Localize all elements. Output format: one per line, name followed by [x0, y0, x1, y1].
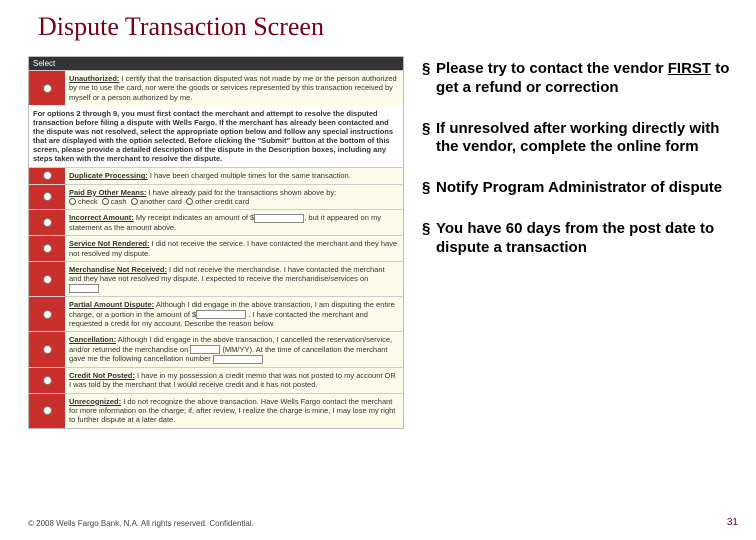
option-row-5: Service Not Rendered: I did not receive …	[29, 235, 403, 261]
radio-unauthorized	[43, 84, 52, 93]
option-desc: Partial Amount Dispute: Although I did e…	[65, 297, 403, 331]
bullet-list: Please try to contact the vendor FIRST t…	[422, 60, 738, 257]
option-desc: Unauthorized: I certify that the transac…	[65, 71, 403, 105]
option-row-4: Incorrect Amount: My receipt indicates a…	[29, 209, 403, 235]
cancel-date-input[interactable]	[190, 345, 220, 354]
date-input[interactable]	[69, 284, 99, 293]
screenshot-panel: Select Unauthorized: I certify that the …	[28, 56, 404, 429]
option-row-6: Merchandise Not Received: I did not rece…	[29, 261, 403, 296]
radio-unrecognized	[43, 406, 52, 415]
radio-incorrect-amount	[43, 218, 52, 227]
option-row-9: Credit Not Posted: I have in my possessi…	[29, 367, 403, 393]
radio-cell[interactable]	[29, 168, 65, 183]
radio-cell[interactable]	[29, 236, 65, 261]
option-desc: Duplicate Processing: I have been charge…	[65, 168, 403, 183]
radio-credit-not-posted	[43, 376, 52, 385]
bullet-panel: Please try to contact the vendor FIRST t…	[422, 56, 738, 429]
radio-cell[interactable]	[29, 297, 65, 331]
amount-input[interactable]	[254, 214, 304, 223]
radio-cell[interactable]	[29, 210, 65, 235]
option-desc: Cancellation: Although I did engage in t…	[65, 332, 403, 366]
option-desc: Paid By Other Means: I have already paid…	[65, 185, 403, 210]
radio-paid-other	[43, 192, 52, 201]
footer-copyright: © 2008 Wells Fargo Bank, N.A. All rights…	[28, 519, 254, 528]
page-title: Dispute Transaction Screen	[0, 0, 756, 42]
radio-cell[interactable]	[29, 262, 65, 296]
option-row-7: Partial Amount Dispute: Although I did e…	[29, 296, 403, 331]
bullet-4: You have 60 days from the post date to d…	[422, 220, 738, 258]
radio-cancellation	[43, 345, 52, 354]
radio-service-not-rendered	[43, 244, 52, 253]
cancel-number-input[interactable]	[213, 355, 263, 364]
partial-amount-input[interactable]	[196, 310, 246, 319]
radio-partial-amount	[43, 310, 52, 319]
radio-cell[interactable]	[29, 394, 65, 428]
bullet-3: Notify Program Administrator of dispute	[422, 179, 738, 198]
option-row-10: Unrecognized: I do not recognize the abo…	[29, 393, 403, 428]
page-number: 31	[727, 517, 738, 528]
content-area: Select Unauthorized: I certify that the …	[0, 42, 756, 429]
bullet-2: If unresolved after working directly wit…	[422, 120, 738, 158]
radio-cell[interactable]	[29, 71, 65, 105]
option-row-3: Paid By Other Means: I have already paid…	[29, 184, 403, 210]
radio-cell[interactable]	[29, 332, 65, 366]
instructions-block: For options 2 through 9, you must first …	[29, 105, 403, 167]
table-header: Select	[29, 57, 403, 70]
option-desc: Unrecognized: I do not recognize the abo…	[65, 394, 403, 428]
option-desc: Incorrect Amount: My receipt indicates a…	[65, 210, 403, 235]
option-desc: Credit Not Posted: I have in my possessi…	[65, 368, 403, 393]
radio-duplicate	[43, 171, 52, 180]
option-row-1: Unauthorized: I certify that the transac…	[29, 70, 403, 105]
dispute-form-screenshot: Select Unauthorized: I certify that the …	[28, 56, 404, 429]
radio-merch-not-received	[43, 275, 52, 284]
option-desc: Service Not Rendered: I did not receive …	[65, 236, 403, 261]
radio-cell[interactable]	[29, 185, 65, 210]
radio-cell[interactable]	[29, 368, 65, 393]
bullet-1: Please try to contact the vendor FIRST t…	[422, 60, 738, 98]
option-row-8: Cancellation: Although I did engage in t…	[29, 331, 403, 366]
option-row-2: Duplicate Processing: I have been charge…	[29, 167, 403, 183]
option-desc: Merchandise Not Received: I did not rece…	[65, 262, 403, 296]
